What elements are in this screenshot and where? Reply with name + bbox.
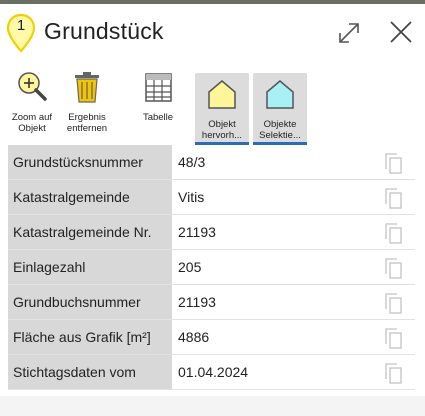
- trash-icon: [75, 72, 99, 103]
- copy-icon[interactable]: [383, 292, 403, 314]
- property-value: Vitis: [172, 180, 377, 214]
- property-key: Fläche aus Grafik [m²]: [8, 320, 172, 354]
- close-icon[interactable]: [388, 19, 414, 45]
- table-row: Grundstücksnummer 48/3: [8, 145, 415, 180]
- remove-label-line1: Ergebnis: [68, 112, 106, 123]
- zoom-label-line1: Zoom auf: [11, 112, 53, 123]
- zoom-label-line2: Objekt: [18, 123, 46, 134]
- select-objects-icon: [266, 80, 294, 109]
- property-key: Grundbuchsnummer: [8, 285, 172, 319]
- table-row: Stichtagsdaten vom 01.04.2024: [8, 355, 415, 390]
- copy-icon[interactable]: [383, 187, 403, 209]
- copy-icon[interactable]: [383, 327, 403, 349]
- copy-icon[interactable]: [383, 257, 403, 279]
- panel-footer: [0, 396, 425, 416]
- expand-icon[interactable]: [336, 20, 362, 46]
- marker-number: 1: [16, 17, 26, 34]
- select-label-line1: Objekte: [263, 119, 297, 130]
- properties-table: Grundstücksnummer 48/3 Katastralgemeinde…: [8, 145, 415, 390]
- table-row: Fläche aus Grafik [m²] 4886: [8, 320, 415, 355]
- property-value: 21193: [172, 285, 377, 319]
- table-button[interactable]: Tabelle: [138, 70, 178, 123]
- highlight-label-line2: hervorh...: [201, 130, 243, 141]
- property-value: 01.04.2024: [172, 355, 377, 389]
- table-row: Katastralgemeinde Nr. 21193: [8, 215, 415, 250]
- table-row: Einlagezahl 205: [8, 250, 415, 285]
- property-key: Grundstücksnummer: [8, 145, 172, 179]
- property-value: 205: [172, 250, 377, 284]
- remove-result-button[interactable]: Ergebnis entfernen: [60, 70, 114, 134]
- panel-header: 1 Grundstück: [0, 4, 425, 62]
- zoom-to-object-button[interactable]: Zoom auf Objekt: [6, 70, 58, 134]
- select-label-line2: Selektie...: [259, 130, 301, 141]
- table-row: Grundbuchsnummer 21193: [8, 285, 415, 320]
- table-label: Tabelle: [142, 112, 174, 123]
- panel-title: Grundstück: [44, 18, 164, 44]
- copy-icon[interactable]: [383, 152, 403, 174]
- property-value: 48/3: [172, 145, 377, 179]
- zoom-in-icon: [18, 72, 47, 101]
- copy-icon[interactable]: [383, 222, 403, 244]
- property-value: 4886: [172, 320, 377, 354]
- copy-icon[interactable]: [383, 362, 403, 384]
- property-value: 21193: [172, 215, 377, 249]
- table-row: Katastralgemeinde Vitis: [8, 180, 415, 215]
- highlight-label-line1: Objekt: [208, 119, 236, 130]
- property-key: Einlagezahl: [8, 250, 172, 284]
- remove-label-line2: entfernen: [66, 123, 108, 134]
- table-icon: [145, 73, 172, 102]
- select-objects-button[interactable]: Objekte Selektie...: [253, 73, 307, 145]
- property-key: Stichtagsdaten vom: [8, 355, 172, 389]
- feature-info-panel: 1 Grundstück Zoom auf Objekt Ergebnis en…: [0, 4, 425, 416]
- highlight-object-button[interactable]: Objekt hervorh...: [195, 73, 249, 145]
- property-key: Katastralgemeinde Nr.: [8, 215, 172, 249]
- highlight-object-icon: [208, 80, 236, 109]
- property-key: Katastralgemeinde: [8, 180, 172, 214]
- toolbar: Zoom auf Objekt Ergebnis entfernen Tabel…: [0, 70, 425, 146]
